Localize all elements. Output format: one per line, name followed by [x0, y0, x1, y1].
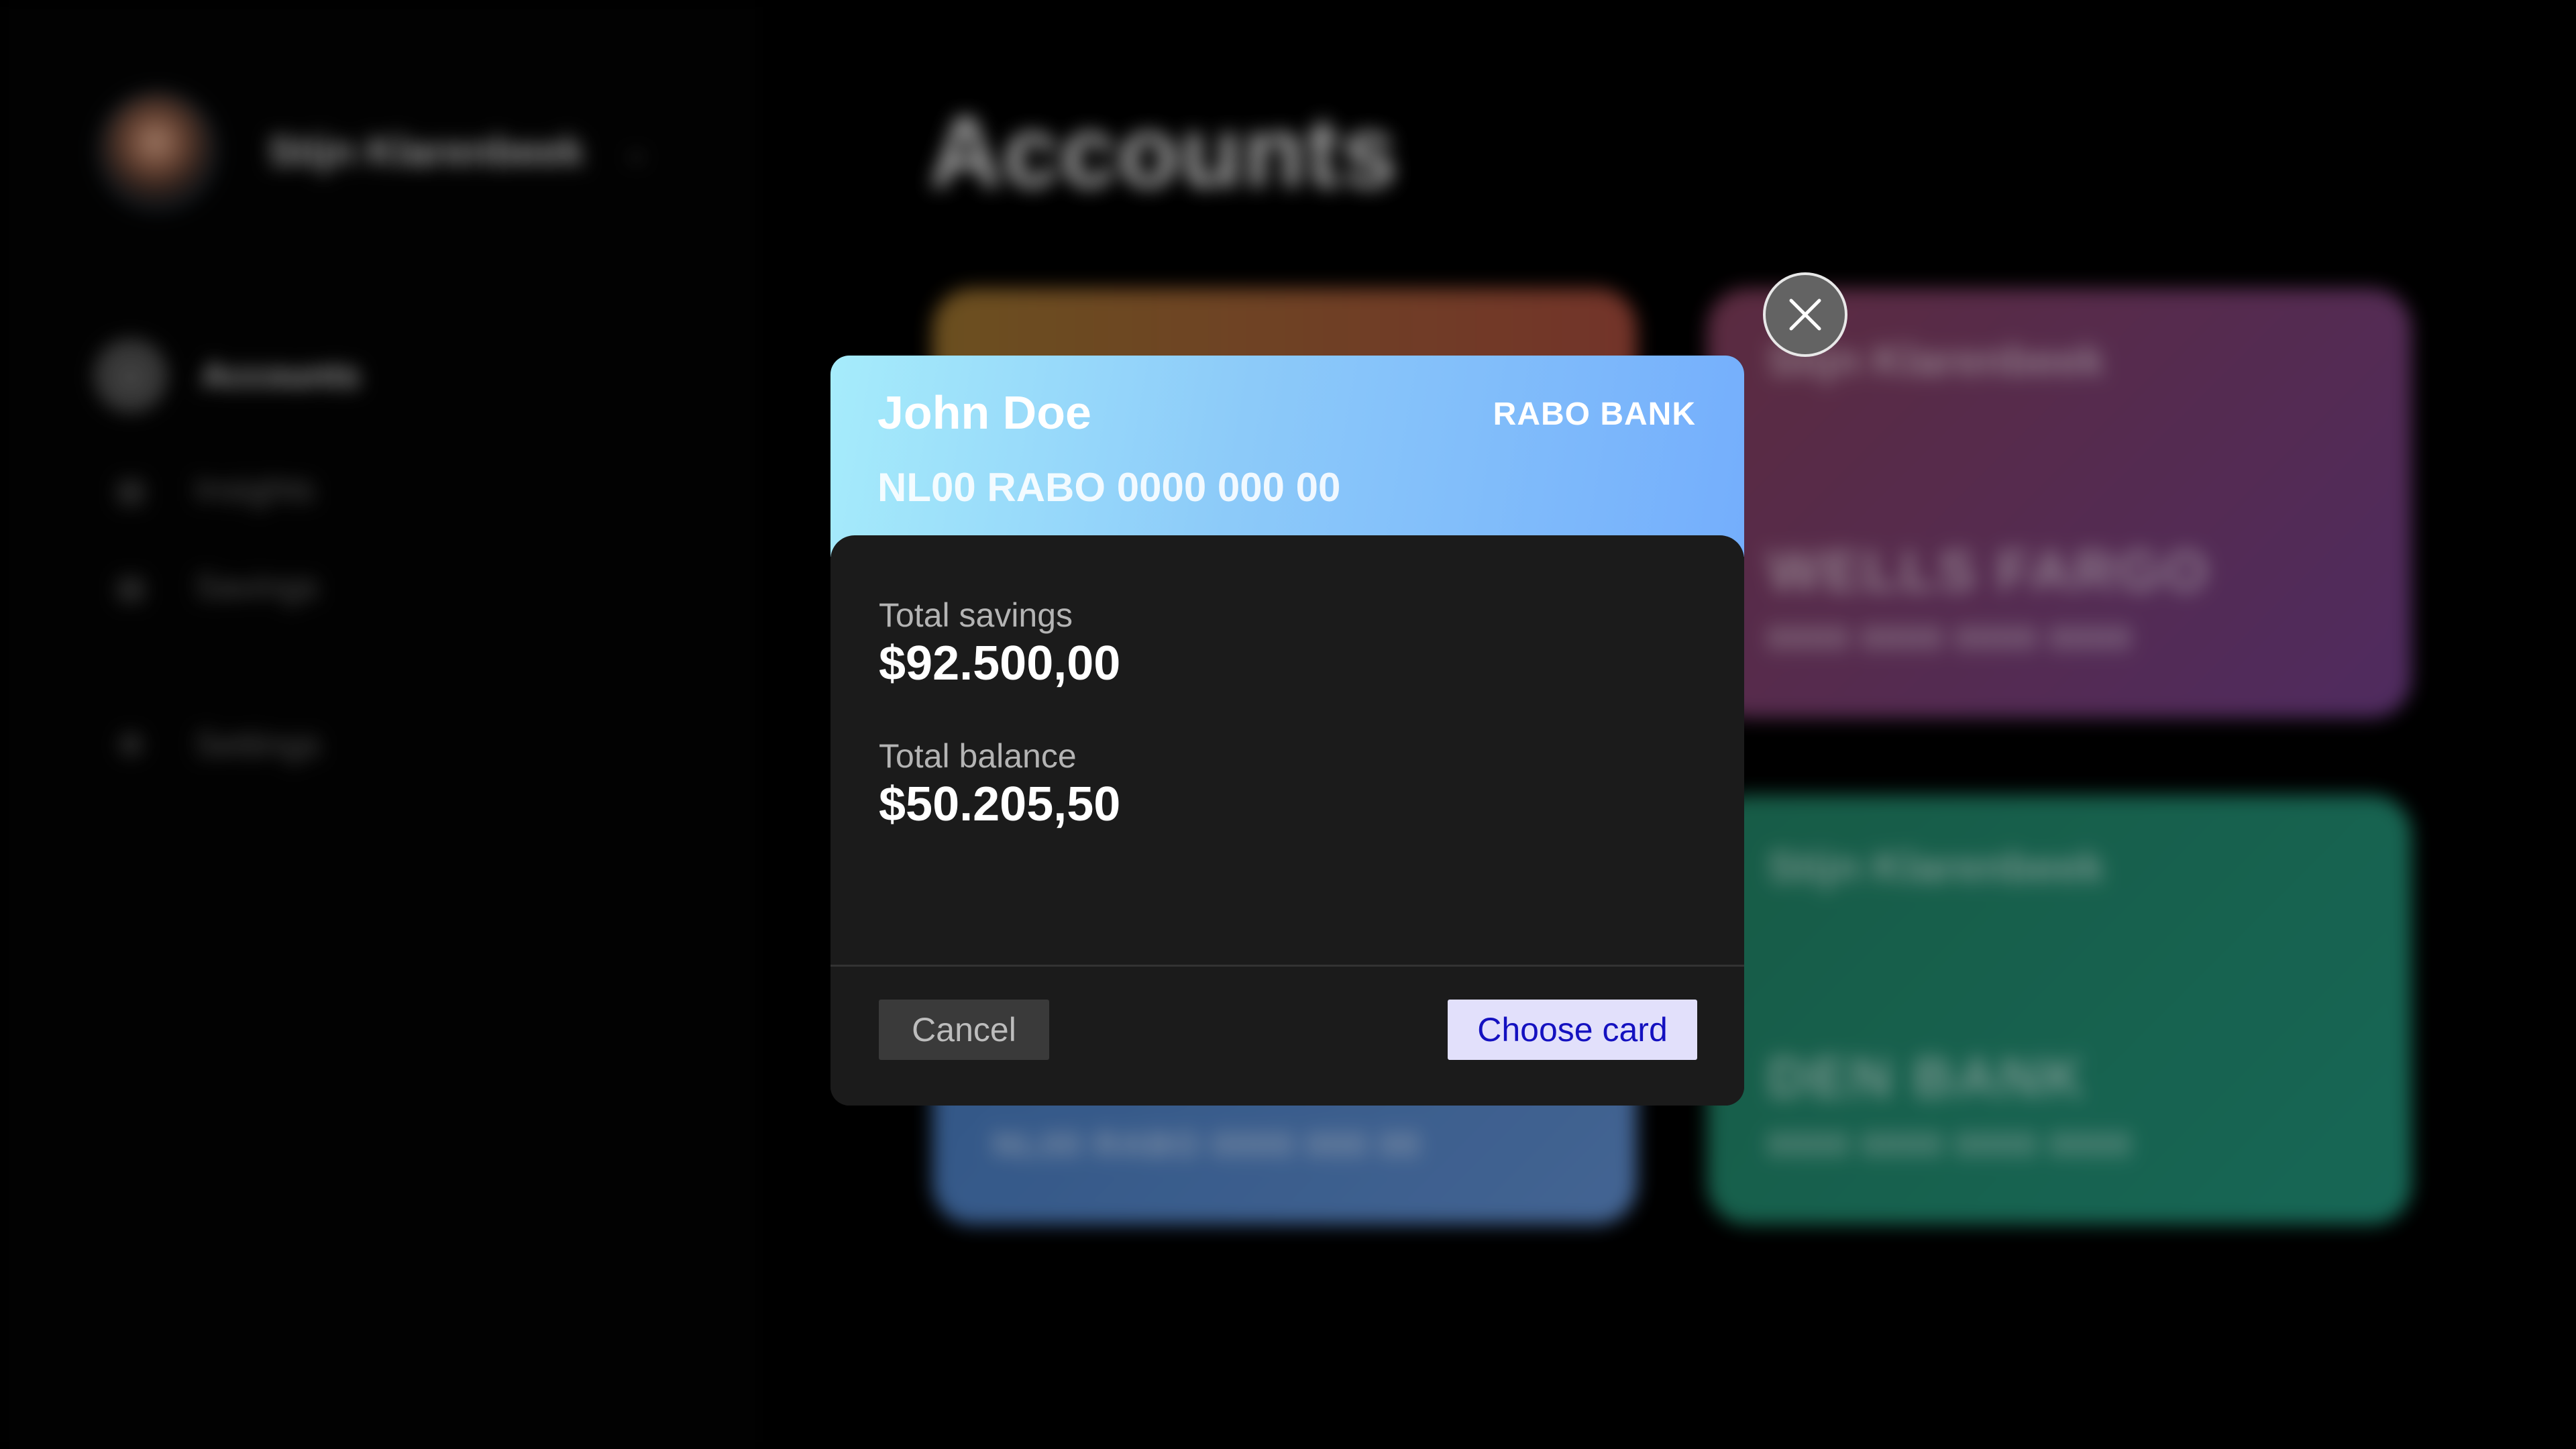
sidebar: Stijn Klarenbeek ⌄ ○ Accounts ▤ Insights… [0, 0, 759, 1449]
sidebar-item-settings[interactable]: ⚙ Settings [101, 714, 321, 775]
card-bank-name: RABO BANK [1493, 396, 1696, 432]
card-holder: Stijn Klarenbeek [1768, 336, 2104, 384]
page-title: Accounts [929, 95, 1399, 208]
sidebar-item-label: Settings [195, 725, 321, 764]
sidebar-item-label: Accounts [201, 356, 360, 395]
total-balance-value: $50.205,50 [879, 777, 1121, 831]
chevron-down-icon: ⌄ [624, 134, 649, 168]
insights-icon: ▤ [116, 472, 146, 507]
settings-icon: ⚙ [117, 727, 145, 762]
choose-card-dialog: John Doe RABO BANK NL00 RABO 0000 000 00… [830, 356, 1744, 1106]
card-number: 0000 0000 0000 0000 [1768, 619, 2133, 657]
card-bank: WELLS FARGO [1768, 539, 2210, 602]
total-savings-label: Total savings [879, 596, 1073, 634]
choose-card-button[interactable]: Choose card [1448, 1000, 1697, 1060]
card-iban: NL00 RABO 0000 000 00 [877, 465, 1341, 510]
sidebar-item-accounts[interactable]: ○ Accounts [94, 339, 360, 413]
card-bank: DEN BANK [1768, 1046, 2087, 1109]
total-balance-label: Total balance [879, 737, 1077, 775]
account-card[interactable]: Stijn Klarenbeek DEN BANK 0000 0000 0000… [1707, 795, 2412, 1224]
savings-icon: ▤ [116, 570, 146, 604]
card-holder: Stijn Klarenbeek [1768, 843, 2104, 891]
selected-card: John Doe RABO BANK NL00 RABO 0000 000 00 [830, 356, 1744, 557]
sidebar-item-savings[interactable]: ▤ Savings [101, 557, 319, 617]
cancel-button[interactable]: Cancel [879, 1000, 1049, 1060]
sidebar-item-label: Savings [195, 568, 319, 606]
total-savings-value: $92.500,00 [879, 637, 1121, 690]
close-icon [1789, 299, 1821, 331]
app-root: Stijn Klarenbeek ⌄ ○ Accounts ▤ Insights… [0, 0, 2576, 1449]
dialog-divider [830, 965, 1744, 967]
user-menu[interactable]: Stijn Klarenbeek ⌄ [101, 94, 649, 208]
user-name: Stijn Klarenbeek [268, 128, 584, 174]
close-button[interactable] [1763, 272, 1847, 357]
card-holder-name: John Doe [877, 386, 1091, 439]
accounts-icon: ○ [94, 339, 168, 413]
card-number: 0000 0000 0000 0000 [1768, 1126, 2133, 1163]
avatar [101, 94, 215, 208]
sidebar-item-label: Insights [195, 470, 315, 509]
sidebar-item-insights[interactable]: ▤ Insights [101, 460, 315, 520]
card-number: NL00 RABO 0000 000 00 [993, 1126, 1421, 1163]
